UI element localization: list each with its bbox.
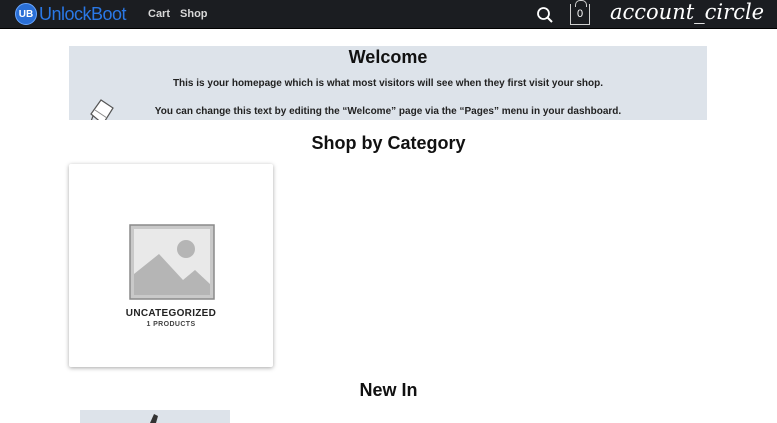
account-circle-icon[interactable]: account_circle [610,0,764,24]
welcome-title: Welcome [348,47,428,67]
category-name: UNCATEGORIZED [125,308,217,319]
top-nav-bar: UB UnlockBoot Cart Shop 0 account_circle [0,0,777,29]
nav-link-shop[interactable]: Shop [180,8,208,20]
welcome-text-line-1: This is your homepage which is what most… [172,78,604,89]
product-image [150,414,158,423]
welcome-text-line-2: You can change this text by editing the … [154,106,622,117]
main-nav: Cart Shop [148,8,208,20]
new-in-product-thumbnail[interactable] [80,410,230,423]
cart-count-badge: 0 [576,8,584,20]
search-icon[interactable] [536,6,554,24]
logo-text: UnlockBoot [39,3,127,24]
shop-by-category-heading: Shop by Category [311,133,466,153]
logo-badge: UB [15,3,37,25]
category-card-uncategorized[interactable]: UNCATEGORIZED 1 PRODUCTS [69,164,273,367]
new-in-heading: New In [359,380,418,400]
welcome-banner: Welcome This is your homepage which is w… [69,46,707,120]
cart-bag-icon[interactable]: 0 [570,0,590,25]
nav-link-cart[interactable]: Cart [148,8,170,20]
placeholder-image-icon [129,224,215,300]
site-logo[interactable]: UB UnlockBoot [15,3,127,25]
category-product-count: 1 PRODUCTS [146,321,196,328]
